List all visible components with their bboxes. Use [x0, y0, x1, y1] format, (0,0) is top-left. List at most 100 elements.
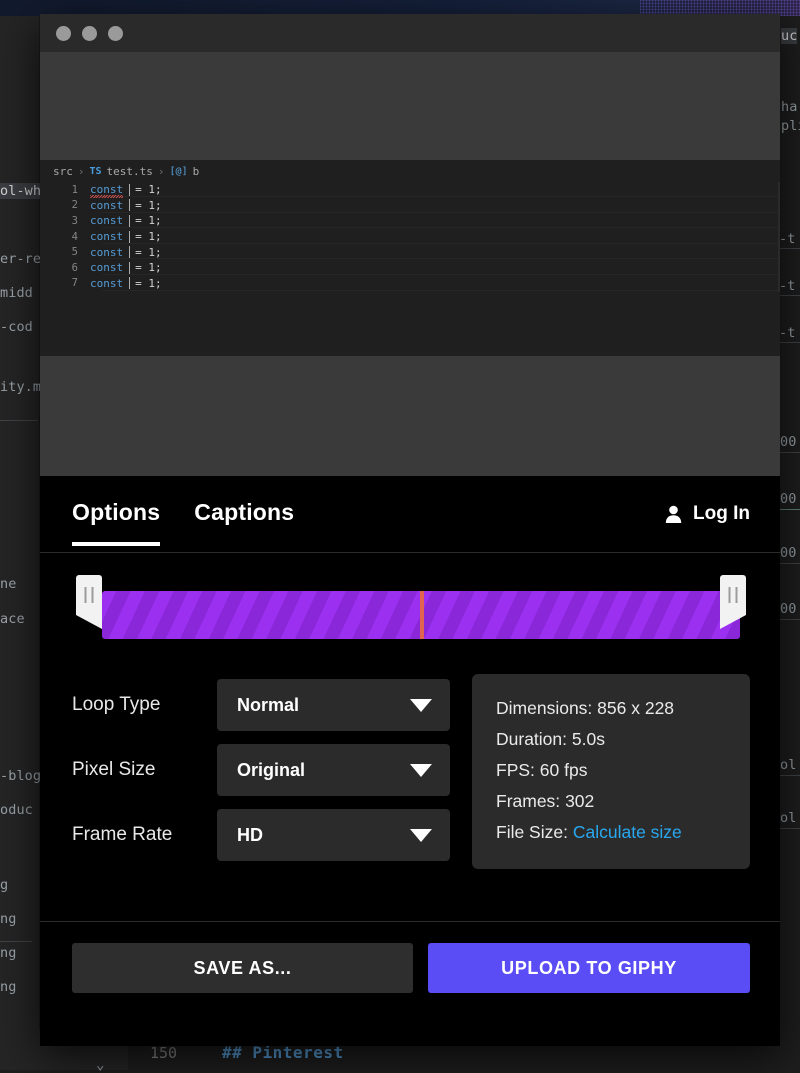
text-cursor — [129, 246, 130, 258]
options-body: Loop TypeNormalPixel SizeOriginalFrame R… — [40, 646, 780, 869]
background-text-fragment: 00 — [780, 491, 796, 507]
code-text: = 1; — [135, 261, 162, 274]
trim-end-handle[interactable] — [720, 575, 746, 629]
code-line-number: 5 — [40, 246, 90, 258]
grip-icon — [729, 587, 738, 603]
option-label: Pixel Size — [72, 759, 217, 781]
panel-footer: SAVE AS... UPLOAD TO GIPHY — [40, 921, 780, 993]
code-line: 4const= 1; — [40, 229, 780, 245]
minimize-button-icon[interactable] — [82, 26, 97, 41]
breadcrumb-separator: › — [78, 165, 85, 178]
info-duration: Duration: 5.0s — [496, 724, 730, 755]
select-loop-type[interactable]: Normal — [217, 679, 450, 731]
text-cursor — [129, 199, 130, 211]
login-label: Log In — [693, 503, 750, 525]
text-cursor — [129, 184, 130, 196]
calculate-size-link[interactable]: Calculate size — [573, 822, 682, 842]
timeline-playhead[interactable] — [420, 591, 424, 639]
bg-rule — [0, 420, 38, 421]
info-frames: Frames: 302 — [496, 786, 730, 817]
gif-preview-frame: src › TS test.ts › [@] b 1const= 1;2cons… — [40, 160, 780, 356]
code-line: 7const = 1; — [40, 276, 780, 292]
code-keyword: const — [90, 199, 123, 212]
background-text-fragment: er-re — [0, 251, 41, 267]
select-value: HD — [237, 825, 263, 846]
markdown-line-number: 150 — [150, 1044, 177, 1062]
info-filesize: File Size: Calculate size — [496, 817, 730, 848]
select-value: Normal — [237, 695, 299, 716]
breadcrumb-separator: › — [158, 165, 165, 178]
code-text: = 1; — [135, 183, 162, 196]
background-text-fragment: 00 — [780, 434, 796, 450]
info-frames-label: Frames: — [496, 791, 560, 811]
info-fps: FPS: 60 fps — [496, 755, 730, 786]
background-text-fragment: -blog — [0, 768, 41, 784]
code-keyword: const — [90, 261, 123, 274]
background-text-fragment: -t — [779, 231, 795, 247]
background-text-fragment: 00 — [780, 601, 796, 617]
code-text: = 1; — [135, 277, 162, 290]
bg-rule — [778, 619, 800, 620]
symbol-variable-icon: [@] — [170, 166, 188, 177]
giphy-capture-window: src › TS test.ts › [@] b 1const= 1;2cons… — [40, 14, 780, 1046]
info-fps-label: FPS: — [496, 760, 535, 780]
option-label: Loop Type — [72, 694, 217, 716]
background-text-fragment: ng — [0, 979, 16, 995]
close-button-icon[interactable] — [56, 26, 71, 41]
text-cursor — [129, 215, 130, 227]
window-titlebar[interactable] — [40, 14, 780, 52]
trim-start-handle[interactable] — [76, 575, 102, 629]
trim-timeline[interactable] — [72, 553, 750, 646]
code-line-number: 7 — [40, 277, 90, 289]
background-text-fragment: 00 — [780, 545, 796, 561]
bg-rule — [778, 828, 800, 829]
grip-icon — [85, 587, 94, 603]
info-duration-value: 5.0s — [572, 729, 605, 749]
tab-captions[interactable]: Captions — [194, 499, 294, 530]
background-text-fragment: ace — [0, 611, 25, 627]
code-line: 3const= 1; — [40, 213, 780, 229]
code-line: 6const = 1; — [40, 260, 780, 276]
upload-to-giphy-button[interactable]: UPLOAD TO GIPHY — [428, 943, 750, 993]
typescript-file-icon: TS — [90, 166, 102, 177]
breadcrumb: src › TS test.ts › [@] b — [53, 165, 199, 178]
code-keyword: const — [90, 277, 123, 290]
maximize-button-icon[interactable] — [108, 26, 123, 41]
breadcrumb-symbol: b — [193, 165, 200, 178]
background-text-fragment: -cod — [0, 319, 33, 335]
tab-options[interactable]: Options — [72, 499, 160, 530]
option-rows: Loop TypeNormalPixel SizeOriginalFrame R… — [72, 674, 450, 869]
login-button[interactable]: Log In — [665, 503, 750, 525]
background-text-fragment: ol-wh — [0, 183, 41, 199]
info-filesize-label: File Size: — [496, 822, 568, 842]
save-as-button[interactable]: SAVE AS... — [72, 943, 413, 993]
info-dimensions-value: 856 x 228 — [597, 698, 674, 718]
chevron-down-icon — [410, 699, 432, 712]
code-keyword: const — [90, 230, 123, 243]
fold-chevron-icon: ⌄ — [96, 1057, 104, 1073]
code-text: = 1; — [135, 246, 162, 259]
chevron-down-icon — [410, 764, 432, 777]
chevron-down-icon — [410, 829, 432, 842]
info-dimensions: Dimensions: 856 x 228 — [496, 693, 730, 724]
code-line-number: 6 — [40, 262, 90, 274]
select-pixel-size[interactable]: Original — [217, 744, 450, 796]
code-text: = 1; — [135, 199, 162, 212]
info-dimensions-label: Dimensions: — [496, 698, 592, 718]
text-cursor — [129, 262, 130, 274]
background-text-fragment: oduc — [0, 802, 33, 818]
select-value: Original — [237, 760, 305, 781]
code-line-rule — [102, 290, 780, 291]
bg-rule — [0, 941, 32, 942]
code-line-number: 3 — [40, 215, 90, 227]
option-row: Pixel Size Original — [72, 739, 450, 801]
code-text: = 1; — [135, 214, 162, 227]
background-text-fragment: pli — [781, 118, 800, 134]
background-text-fragment: ol — [780, 810, 796, 826]
bg-rule — [778, 509, 800, 510]
code-line: 2const= 1; — [40, 198, 780, 214]
select-frame-rate[interactable]: HD — [217, 809, 450, 861]
option-row: Loop Type Normal — [72, 674, 450, 736]
background-text-fragment: uc — [781, 28, 797, 44]
code-editor-lines: 1const= 1;2const= 1;3const= 1;4const= 1;… — [40, 182, 780, 291]
